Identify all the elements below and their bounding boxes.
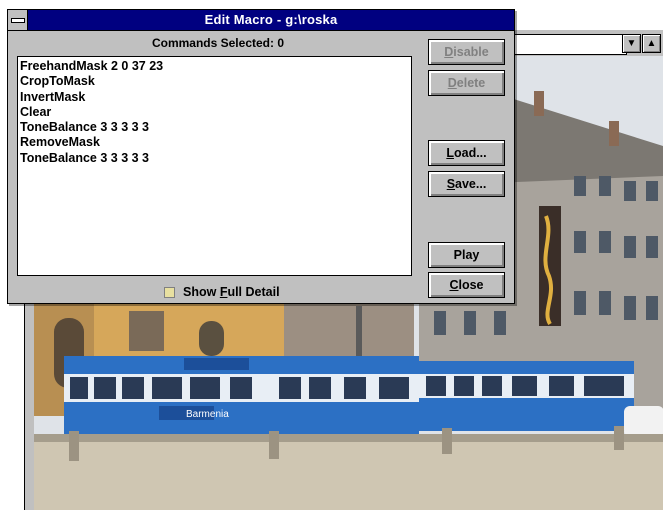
commands-selected-count: 0: [277, 36, 285, 50]
show-full-detail-checkbox[interactable]: [164, 286, 175, 298]
load-button[interactable]: Load...: [428, 140, 505, 166]
commands-selected-label: Commands Selected:: [151, 36, 274, 50]
system-menu-button[interactable]: [8, 10, 28, 30]
show-full-detail-option[interactable]: Show Full Detail: [164, 283, 280, 301]
list-item[interactable]: FreehandMask 2 0 37 23: [20, 59, 409, 74]
edit-macro-dialog: Edit Macro - g:\roska Commands Selected:…: [7, 9, 515, 304]
triangle-down-icon: ▼: [626, 38, 637, 49]
background-dropdown-field[interactable]: [505, 34, 627, 55]
macro-command-list[interactable]: FreehandMask 2 0 37 23 CropToMask Invert…: [17, 56, 412, 276]
system-menu-icon: [10, 17, 25, 23]
commands-selected-status: Commands Selected: 0: [18, 36, 418, 50]
close-button[interactable]: Close: [428, 272, 505, 298]
delete-button[interactable]: Delete: [428, 70, 505, 96]
title-bar[interactable]: Edit Macro - g:\roska: [8, 10, 514, 31]
dropdown-arrow-button[interactable]: ▼: [622, 34, 641, 53]
scroll-up-button[interactable]: ▲: [642, 34, 661, 53]
list-item[interactable]: ToneBalance 3 3 3 3 3: [20, 151, 409, 166]
list-item[interactable]: ToneBalance 3 3 3 3 3: [20, 120, 409, 135]
tram-sign-barmenia: Barmenia: [186, 409, 229, 420]
disable-button[interactable]: Disable: [428, 39, 505, 65]
dialog-title: Edit Macro - g:\roska: [204, 12, 338, 27]
list-item[interactable]: CropToMask: [20, 74, 409, 89]
list-item[interactable]: Clear: [20, 105, 409, 120]
show-full-detail-label: Show Full Detail: [183, 285, 280, 299]
triangle-up-icon: ▲: [646, 38, 657, 49]
list-item[interactable]: InvertMask: [20, 90, 409, 105]
play-button[interactable]: Play: [428, 242, 505, 268]
list-item[interactable]: RemoveMask: [20, 135, 409, 150]
save-button[interactable]: Save...: [428, 171, 505, 197]
